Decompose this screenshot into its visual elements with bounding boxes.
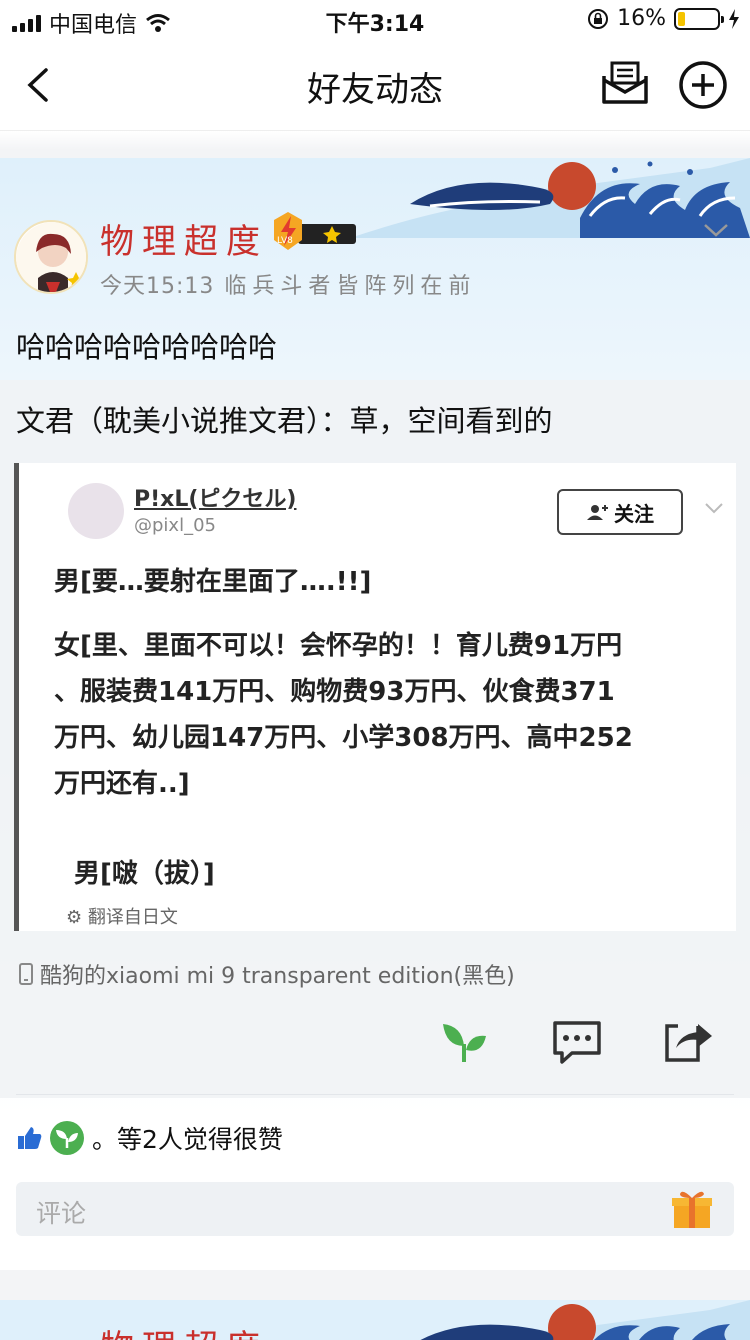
post-meta: 今天15:13 临兵斗者皆阵列在前 (100, 268, 476, 300)
repost-text: 文君（耽美小说推文君）：草，空间看到的 (16, 404, 553, 438)
image-username: P!xL(ピクセル) (134, 487, 297, 512)
image-avatar (68, 483, 124, 539)
mailbox-icon[interactable] (600, 60, 650, 106)
charging-icon (729, 8, 739, 29)
comment-input[interactable]: 评论 (16, 1182, 734, 1236)
image-chevron-icon (705, 503, 723, 514)
divider (16, 1094, 734, 1095)
vip-level: LV8 (277, 236, 293, 246)
feed-card: 物理超度 LV8 今天15:13 临兵斗者皆阵列在前 哈哈哈哈哈哈哈哈哈 文君（耽… (0, 158, 750, 1270)
likes-row[interactable]: 。等2人觉得很赞 (16, 1120, 283, 1156)
gift-icon[interactable] (670, 1188, 714, 1230)
image-line: 、服装费141万円、购物费93万円、伙食费371 (54, 677, 615, 707)
comment-icon[interactable] (552, 1020, 602, 1064)
username[interactable]: 物理超度 (100, 1320, 268, 1340)
translate-icon: ⚙ (66, 907, 83, 928)
image-follow-button: 关注 (557, 489, 683, 535)
thumbs-up-icon (18, 1127, 42, 1149)
share-icon[interactable] (664, 1020, 714, 1064)
image-follow-label: 关注 (614, 501, 654, 526)
like-sprout-icon[interactable] (440, 1020, 490, 1064)
post-text: 哈哈哈哈哈哈哈哈哈 (16, 330, 278, 364)
battery-icon (674, 7, 724, 30)
device-label: 酷狗的xiaomi mi 9 transparent edition(黑色) (18, 958, 515, 990)
image-translate-note: ⚙ 翻译自日文 (66, 907, 178, 928)
image-line: 万円、幼儿园147万円、小学308万円、高中252 (54, 723, 633, 753)
image-handle: @pixl_05 (134, 515, 216, 536)
repost-image[interactable]: P!xL(ピクセル) @pixl_05 关注 男[要…要射在里面了….!!] 女… (14, 463, 736, 931)
avatar[interactable] (14, 220, 88, 294)
likes-text: 。等2人觉得很赞 (92, 1125, 283, 1154)
sprout-badge-icon (50, 1121, 84, 1155)
image-line: 万円还有..] (54, 769, 190, 799)
image-edge (14, 463, 19, 931)
post-time: 今天15:13 (100, 274, 215, 299)
battery-percent: 16% (617, 6, 666, 31)
comment-placeholder: 评论 (36, 1199, 87, 1228)
image-line: 女[里、里面不可以！会怀孕的！！育儿费91万円 (54, 631, 623, 661)
add-icon[interactable] (678, 60, 728, 110)
filter-bar (0, 130, 750, 150)
nav-bar: 好友动态 (0, 40, 750, 130)
whale-wave-banner (420, 1300, 750, 1340)
whale-wave-banner (350, 158, 750, 238)
user-signature: 临兵斗者皆阵列在前 (224, 274, 477, 299)
chevron-down-icon[interactable] (702, 220, 730, 240)
next-feed-card: 物理超度 (0, 1300, 750, 1340)
status-bar: 中国电信 下午3:14 16% (0, 0, 750, 40)
image-line: 男[啵（拔）] (74, 859, 215, 889)
username[interactable]: 物理超度 (100, 214, 268, 263)
orientation-lock-icon (588, 8, 609, 29)
add-user-icon (587, 505, 608, 520)
phone-icon (19, 963, 33, 985)
image-line: 男[要…要射在里面了….!!] (54, 567, 372, 597)
vip-badge-icon: LV8 (274, 212, 356, 250)
